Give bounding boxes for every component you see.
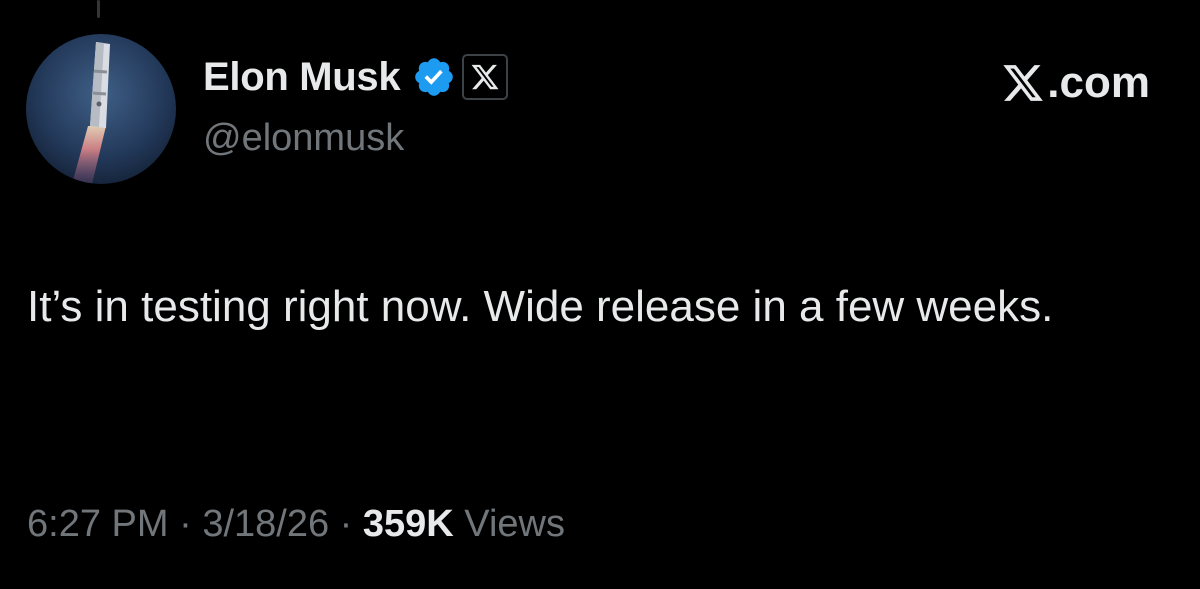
thread-connector-line [97,0,100,18]
tweet-header: Elon Musk [203,52,509,102]
x-logo-icon [1001,61,1045,105]
display-name[interactable]: Elon Musk [203,57,401,97]
views-label: Views [464,503,565,545]
user-handle[interactable]: @elonmusk [203,117,404,160]
meta-separator: · [329,503,363,545]
tweet-metadata: 6:27 PM · 3/18/26 · 359K Views [27,502,565,548]
verified-badge-icon[interactable] [412,55,456,99]
tweet-time[interactable]: 6:27 PM [27,503,169,545]
x-logo-icon[interactable] [462,54,509,100]
meta-separator: · [168,503,203,545]
tweet-text: It’s in testing right now. Wide release … [27,282,1054,331]
brand-watermark: .com [1001,58,1150,108]
views-count[interactable]: 359K [363,503,454,545]
tweet-date[interactable]: 3/18/26 [202,503,329,545]
rocket-launch-avatar [26,34,176,184]
brand-domain-text: .com [1047,58,1150,107]
avatar[interactable] [26,34,176,184]
